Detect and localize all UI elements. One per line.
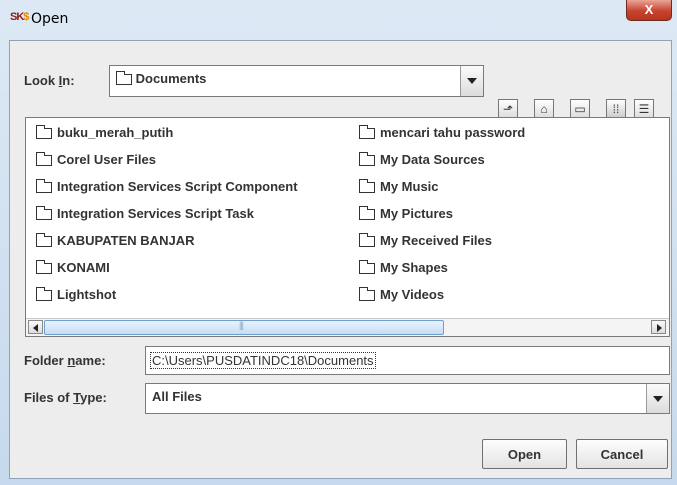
list-item[interactable]: KONAMI (36, 260, 110, 278)
list-view-button[interactable]: ⁞⁞ (606, 99, 626, 119)
list-item[interactable]: My Shapes (359, 260, 448, 278)
folder-icon (359, 152, 375, 167)
list-item[interactable]: Corel User Files (36, 152, 156, 170)
list-item[interactable]: My Music (359, 179, 439, 197)
chevron-down-icon[interactable] (646, 384, 669, 413)
up-one-level-button[interactable]: ⬏ (498, 99, 518, 119)
home-icon: ⌂ (540, 102, 548, 116)
folder-icon (36, 206, 52, 221)
look-in-value: Documents (135, 71, 207, 86)
list-item[interactable]: My Received Files (359, 233, 492, 251)
folder-icon (359, 179, 375, 194)
folder-icon (36, 260, 52, 275)
list-item[interactable]: Lightshot (36, 287, 116, 305)
window-title: Open (31, 11, 69, 27)
folder-name-field[interactable]: C:\Users\PUSDATINDC18\Documents (145, 346, 670, 375)
folder-icon (116, 71, 132, 86)
open-button[interactable]: Open (482, 439, 567, 469)
files-of-type-combo[interactable]: All Files (145, 383, 670, 414)
folder-icon (36, 125, 52, 140)
scroll-right-icon[interactable] (651, 320, 666, 334)
scroll-left-icon[interactable] (28, 320, 43, 334)
folder-icon (359, 260, 375, 275)
title-bar[interactable]: SK$ Open X (0, 0, 677, 40)
list-item[interactable]: My Data Sources (359, 152, 485, 170)
list-item[interactable]: buku_merah_putih (36, 125, 173, 143)
list-item[interactable]: My Pictures (359, 206, 453, 224)
folder-icon (359, 287, 375, 302)
horizontal-scrollbar[interactable] (26, 318, 669, 336)
files-of-type-label: Files of Type: (24, 390, 107, 405)
details-view-button[interactable]: ☰ (634, 99, 654, 119)
list-item[interactable]: mencari tahu password (359, 125, 525, 143)
open-dialog: SK$ Open X Look In: Documents ⬏ ⌂ ▭ ⁞⁞ ☰… (0, 0, 677, 485)
folder-name-value: C:\Users\PUSDATINDC18\Documents (150, 352, 376, 369)
up-one-level-icon: ⬏ (502, 102, 514, 116)
look-in-combo[interactable]: Documents (109, 65, 484, 97)
new-folder-icon: ▭ (574, 102, 586, 116)
folder-icon (359, 233, 375, 248)
close-button[interactable]: X (626, 0, 672, 21)
home-button[interactable]: ⌂ (534, 99, 554, 119)
folder-icon (36, 179, 52, 194)
new-folder-button[interactable]: ▭ (570, 99, 590, 119)
folder-icon (36, 287, 52, 302)
folder-icon (36, 152, 52, 167)
chevron-down-icon[interactable] (460, 66, 483, 96)
scroll-thumb[interactable] (44, 320, 444, 335)
list-item[interactable]: Integration Services Script Task (36, 206, 254, 224)
list-item[interactable]: Integration Services Script Component (36, 179, 298, 197)
app-icon: SK$ (10, 11, 29, 23)
files-of-type-value: All Files (152, 389, 202, 404)
folder-name-label: Folder name: (24, 353, 106, 368)
look-in-label: Look In: (24, 73, 75, 88)
list-view-icon: ⁞⁞ (612, 102, 620, 116)
list-item[interactable]: My Videos (359, 287, 444, 305)
file-list[interactable]: buku_merah_putih Corel User Files Integr… (25, 117, 670, 337)
cancel-button[interactable]: Cancel (576, 439, 668, 469)
list-item[interactable]: KABUPATEN BANJAR (36, 233, 194, 251)
folder-icon (359, 125, 375, 140)
details-view-icon: ☰ (638, 102, 650, 116)
folder-icon (359, 206, 375, 221)
folder-icon (36, 233, 52, 248)
